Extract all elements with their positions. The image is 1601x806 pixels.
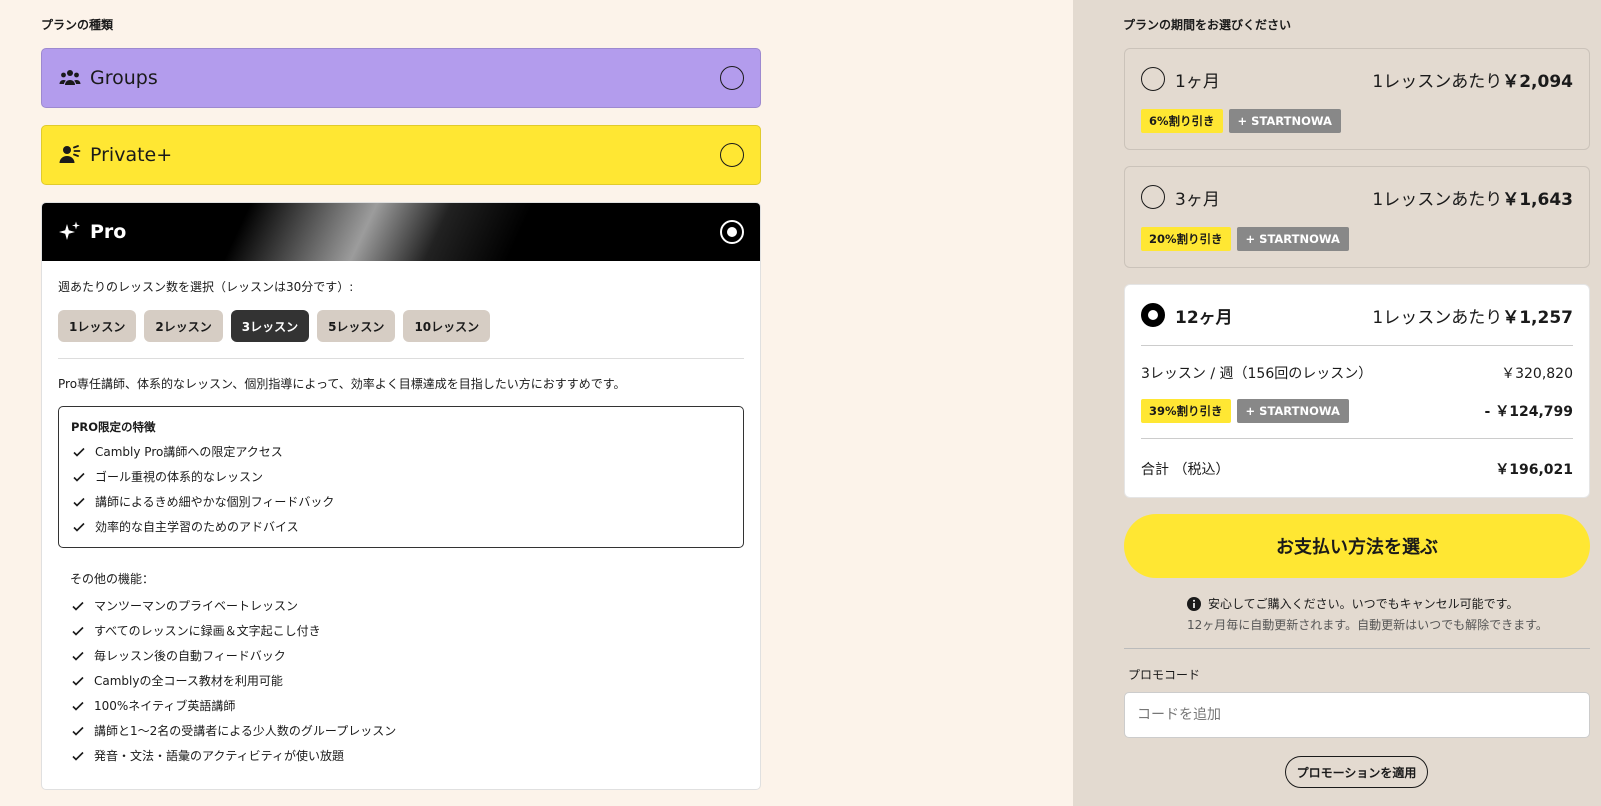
divider [1124,648,1590,649]
plan-pro[interactable]: Pro 週あたりのレッスン数を選択（レッスンは30分です）: 1レッスン 2レッ… [41,202,761,790]
promo-code-label: プロモコード [1128,668,1201,682]
auto-renew-note: 12ヶ月毎に自動更新されます。自動更新はいつでも解除できます。 [1187,618,1548,632]
feature-text: 発音・文法・語彙のアクティビティが使い放題 [94,749,344,763]
check-icon [72,601,84,611]
lesson-option-1[interactable]: 1レッスン [58,310,137,342]
other-features-list: マンツーマンのプライベートレッスン すべてのレッスンに録画＆文字起こし付き 毎レ… [58,593,744,768]
other-features-title: その他の機能： [70,572,155,586]
period-option-12-months[interactable]: 12ヶ月 1レッスンあたり￥1,257 3レッスン / 週（156回のレッスン）… [1124,284,1590,498]
promo-code-badge: + STARTNOWA [1236,399,1349,423]
period-12-months-radio[interactable] [1141,303,1165,327]
period-3-months-radio[interactable] [1141,185,1165,209]
list-item: 発音・文法・語彙のアクティビティが使い放題 [70,743,744,768]
discount-badge: 6%割り引き [1141,109,1223,133]
plan-period-title: プランの期間をお選びください [1123,18,1292,32]
feature-text: Camblyの全コース教材を利用可能 [94,674,283,688]
lesson-option-2[interactable]: 2レッスン [144,310,223,342]
discount-amount: - ￥124,799 [1484,404,1573,420]
check-icon [72,701,84,711]
plan-private-plus-radio[interactable] [720,143,744,167]
lesson-option-10[interactable]: 10レッスン [403,310,491,342]
divider [58,358,744,359]
pro-description: Pro専任講師、体系的なレッスン、個別指導によって、効率よく目標達成を目指したい… [58,377,626,391]
plan-groups-label: Groups [90,67,158,89]
list-item: 効率的な自主学習のためのアドバイス [71,514,731,539]
check-icon [73,497,85,507]
period-option-3-months[interactable]: 3ヶ月 1レッスンあたり￥1,643 20%割り引き + STARTNOWA [1124,166,1590,268]
info-icon [1187,596,1201,611]
cancel-anytime-note: 安心してご購入ください。いつでもキャンセル可能です。 [1187,595,1518,612]
apply-promotion-button[interactable]: プロモーションを適用 [1285,756,1428,788]
pro-features-title: PRO限定の特徴 [71,420,156,434]
list-item: Cambly Pro講師への限定アクセス [71,439,731,464]
lesson-summary-price: ￥320,820 [1501,366,1573,382]
check-icon [72,676,84,686]
plan-private-plus-label: Private+ [90,144,173,166]
promo-code-badge: + STARTNOWA [1236,227,1349,251]
choose-payment-method-button[interactable]: お支払い方法を選ぶ [1124,514,1590,578]
discount-badge: 39%割り引き [1141,399,1231,423]
person-speaking-icon [58,143,82,167]
cancel-anytime-text: 安心してご購入ください。いつでもキャンセル可能です。 [1208,597,1519,611]
period-option-1-month[interactable]: 1ヶ月 1レッスンあたり￥2,094 6%割り引き + STARTNOWA [1124,48,1590,150]
list-item: 講師と1〜2名の受講者による少人数のグループレッスン [70,718,744,743]
plan-type-panel: プランの種類 Groups Private+ Pro 週あたりのレッスン数を選択… [0,0,1073,806]
per-lesson-price: 1レッスンあたり￥1,257 [1372,307,1573,328]
lesson-option-3[interactable]: 3レッスン [230,310,310,342]
list-item: 100%ネイティブ英語講師 [70,693,744,718]
list-item: マンツーマンのプライベートレッスン [70,593,744,618]
feature-text: ゴール重視の体系的なレッスン [95,470,264,484]
total-price: ￥196,021 [1495,462,1573,478]
list-item: 毎レッスン後の自動フィードバック [70,643,744,668]
check-icon [72,751,84,761]
plan-groups[interactable]: Groups [41,48,761,108]
people-group-icon [58,66,82,90]
feature-text: 100%ネイティブ英語講師 [94,699,236,713]
pro-exclusive-features: PRO限定の特徴 Cambly Pro講師への限定アクセス ゴール重視の体系的な… [58,406,744,548]
feature-text: 講師によるきめ細やかな個別フィードバック [95,495,335,509]
feature-text: Cambly Pro講師への限定アクセス [95,445,283,459]
list-item: Camblyの全コース教材を利用可能 [70,668,744,693]
feature-text: 毎レッスン後の自動フィードバック [94,649,286,663]
per-lesson-price: 1レッスンあたり￥1,643 [1372,189,1573,210]
check-icon [72,626,84,636]
lesson-summary-label: 3レッスン / 週（156回のレッスン） [1141,366,1373,382]
plan-pro-radio[interactable] [720,220,744,244]
check-icon [73,447,85,457]
lesson-option-5[interactable]: 5レッスン [317,310,396,342]
lessons-per-week-label: 週あたりのレッスン数を選択（レッスンは30分です）: [58,280,354,294]
period-label: 1ヶ月 [1175,71,1220,92]
feature-text: すべてのレッスンに録画＆文字起こし付き [94,624,321,638]
check-icon [72,726,84,736]
check-icon [73,472,85,482]
per-lesson-price: 1レッスンあたり￥2,094 [1372,71,1573,92]
discount-badge: 20%割り引き [1141,227,1231,251]
check-icon [73,522,85,532]
promo-code-input[interactable] [1124,692,1590,738]
period-1-month-radio[interactable] [1141,67,1165,91]
plan-groups-radio[interactable] [720,66,744,90]
lesson-count-selector: 1レッスン 2レッスン 3レッスン 5レッスン 10レッスン [58,310,744,342]
list-item: ゴール重視の体系的なレッスン [71,464,731,489]
feature-text: マンツーマンのプライベートレッスン [94,599,299,613]
check-icon [72,651,84,661]
feature-text: 効率的な自主学習のためのアドバイス [95,520,299,534]
sparkle-icon [58,220,82,244]
period-label: 12ヶ月 [1175,307,1233,328]
plan-pro-label: Pro [90,221,127,243]
period-label: 3ヶ月 [1175,189,1220,210]
plan-type-title: プランの種類 [41,18,114,32]
list-item: すべてのレッスンに録画＆文字起こし付き [70,618,744,643]
total-label: 合計 （税込） [1141,462,1230,478]
promo-code-badge: + STARTNOWA [1228,109,1341,133]
list-item: 講師によるきめ細やかな個別フィードバック [71,489,731,514]
feature-text: 講師と1〜2名の受講者による少人数のグループレッスン [94,724,397,738]
plan-private-plus[interactable]: Private+ [41,125,761,185]
